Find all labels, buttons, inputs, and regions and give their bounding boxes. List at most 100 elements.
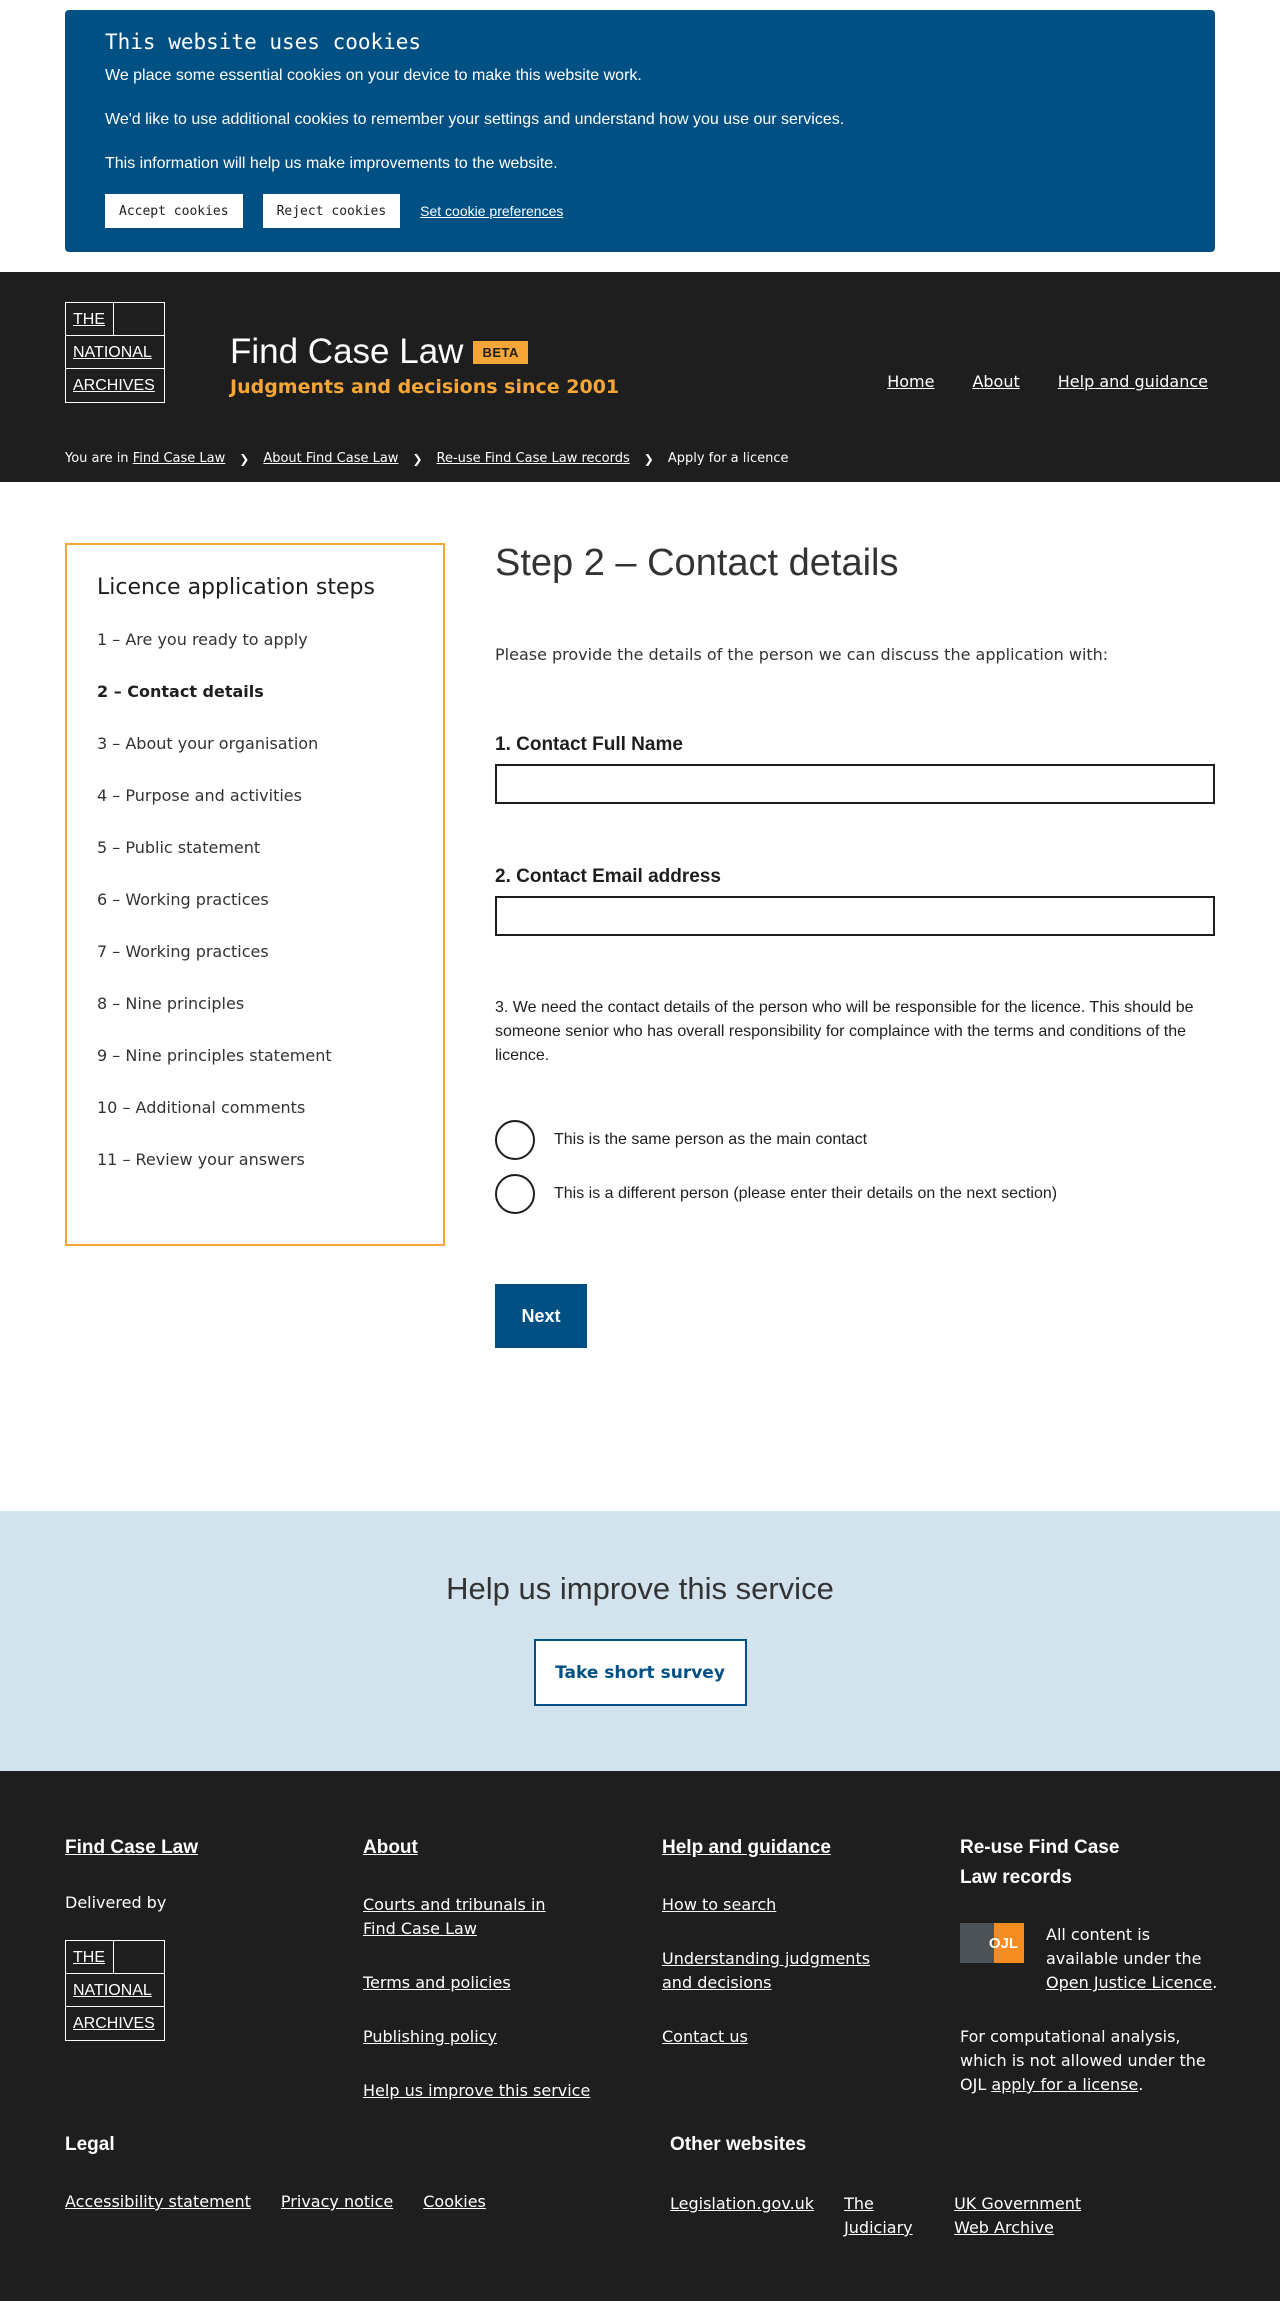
nav-about[interactable]: About xyxy=(972,372,1019,391)
beta-badge: BETA xyxy=(473,340,528,364)
contact-details-form: Step 2 – Contact details Please provide … xyxy=(495,542,1215,1348)
contact-name-input[interactable] xyxy=(495,764,1215,804)
site-footer: Find Case Law Delivered by THE NATIONAL … xyxy=(0,1771,1280,2301)
main-content: Licence application steps 1 – Are you re… xyxy=(0,482,1280,1511)
take-survey-button[interactable]: Take short survey xyxy=(533,1639,747,1706)
breadcrumb-about[interactable]: About Find Case Law xyxy=(263,451,398,466)
footer-about-link[interactable]: About xyxy=(363,1837,418,1858)
footer-other-websites: Other websites Legislation.gov.uk The Ju… xyxy=(670,2134,1094,2240)
radio-different-person-label: This is a different person (please enter… xyxy=(554,1185,1058,1202)
footer-terms-link[interactable]: Terms and policies xyxy=(363,1971,553,1995)
footer-national-archives-logo[interactable]: THE NATIONAL ARCHIVES xyxy=(65,1940,165,2041)
responsible-person-options: This is the same person as the main cont… xyxy=(495,1120,1215,1214)
steps-title: Licence application steps xyxy=(97,575,375,600)
steps-list: 1 – Are you ready to apply 2 – Contact d… xyxy=(97,630,413,1202)
step-item: 3 – About your organisation xyxy=(97,734,319,753)
delivered-by-text: Delivered by xyxy=(65,1893,167,1912)
judiciary-link[interactable]: The Judiciary xyxy=(844,2192,924,2240)
footer-publishing-link[interactable]: Publishing policy xyxy=(363,2025,553,2049)
contact-email-label: 2. Contact Email address xyxy=(495,866,721,887)
breadcrumb-find-case-law[interactable]: Find Case Law xyxy=(133,451,226,466)
step-item-current: 2 – Contact details xyxy=(97,682,264,701)
cookie-text-2: We'd like to use additional cookies to r… xyxy=(105,111,845,128)
contact-name-label: 1. Contact Full Name xyxy=(495,734,683,755)
footer-improve-link[interactable]: Help us improve this service xyxy=(363,2079,623,2103)
step-item: 1 – Are you ready to apply xyxy=(97,630,308,649)
breadcrumb: You are in Find Case Law ❯ About Find Ca… xyxy=(65,451,789,466)
footer-find-case-law-link[interactable]: Find Case Law xyxy=(65,1837,198,1858)
step-item: 5 – Public statement xyxy=(97,838,261,857)
brand: Find Case Law BETA Judgments and decisio… xyxy=(230,332,619,398)
national-archives-logo[interactable]: THE NATIONAL ARCHIVES xyxy=(65,302,165,403)
step-item: 7 – Working practices xyxy=(97,942,269,961)
accessibility-link[interactable]: Accessibility statement xyxy=(65,2192,251,2211)
step-item: 9 – Nine principles statement xyxy=(97,1046,332,1065)
footer-help-link[interactable]: Help and guidance xyxy=(662,1837,831,1858)
survey-section: Help us improve this service Take short … xyxy=(0,1511,1280,1771)
survey-title: Help us improve this service xyxy=(446,1571,834,1606)
step-item: 10 – Additional comments xyxy=(97,1098,306,1117)
footer-col-about: About Courts and tribunals in Find Case … xyxy=(363,1833,623,2133)
logo-text-national: NATIONAL xyxy=(66,336,164,369)
footer-understanding-link[interactable]: Understanding judgments and decisions xyxy=(662,1947,877,1995)
cookies-link[interactable]: Cookies xyxy=(423,2192,486,2211)
cookie-text-3: This information will help us make impro… xyxy=(105,155,558,172)
main-nav: Home About Help and guidance xyxy=(887,372,1208,391)
web-archive-link[interactable]: UK Government Web Archive xyxy=(954,2192,1094,2240)
footer-col-help: Help and guidance How to search Understa… xyxy=(662,1833,877,2079)
radio-same-person[interactable] xyxy=(495,1120,535,1160)
form-intro: Please provide the details of the person… xyxy=(495,645,1109,664)
radio-option-different-person[interactable]: This is a different person (please enter… xyxy=(495,1174,1215,1214)
site-tagline: Judgments and decisions since 2001 xyxy=(230,376,620,398)
reject-cookies-button[interactable]: Reject cookies xyxy=(262,194,401,228)
open-justice-licence-link[interactable]: Open Justice Licence xyxy=(1046,1973,1212,1992)
cookie-title: This website uses cookies xyxy=(105,30,422,54)
nav-help[interactable]: Help and guidance xyxy=(1058,372,1208,391)
apply-license-link[interactable]: apply for a license xyxy=(991,2075,1138,2094)
logo-text-national: NATIONAL xyxy=(66,1974,164,2007)
legislation-link[interactable]: Legislation.gov.uk xyxy=(670,2192,814,2240)
cookie-buttons: Accept cookies Reject cookies Set cookie… xyxy=(105,194,1175,228)
ojl-block: OJL All content is available under the O… xyxy=(960,1923,1230,1995)
chevron-right-icon: ❯ xyxy=(239,451,250,466)
privacy-link[interactable]: Privacy notice xyxy=(281,2192,393,2211)
footer-col-find-case-law: Find Case Law Delivered by THE NATIONAL … xyxy=(65,1833,198,2041)
nav-home[interactable]: Home xyxy=(887,372,934,391)
radio-option-same-person[interactable]: This is the same person as the main cont… xyxy=(495,1120,1215,1160)
footer-how-to-search-link[interactable]: How to search xyxy=(662,1893,852,1917)
cookie-banner-wrapper: This website uses cookies We place some … xyxy=(0,0,1280,272)
responsible-person-question: 3. We need the contact details of the pe… xyxy=(495,999,1194,1064)
contact-email-input[interactable] xyxy=(495,896,1215,936)
cookie-text-1: We place some essential cookies on your … xyxy=(105,67,642,84)
cookie-banner: This website uses cookies We place some … xyxy=(65,10,1215,252)
footer-legal: Legal Accessibility statement Privacy no… xyxy=(65,2134,486,2211)
accept-cookies-button[interactable]: Accept cookies xyxy=(105,194,243,228)
chevron-right-icon: ❯ xyxy=(643,451,654,466)
chevron-right-icon: ❯ xyxy=(412,451,423,466)
ojl-text: All content is available under the xyxy=(1046,1925,1202,1968)
site-header: THE NATIONAL ARCHIVES Find Case Law BETA… xyxy=(0,272,1280,482)
cookie-preferences-link[interactable]: Set cookie preferences xyxy=(420,203,563,219)
licence-steps-panel: Licence application steps 1 – Are you re… xyxy=(65,543,445,1246)
breadcrumb-reuse[interactable]: Re-use Find Case Law records xyxy=(437,451,630,466)
breadcrumb-current: Apply for a licence xyxy=(667,451,789,466)
page-title: Step 2 – Contact details xyxy=(495,542,899,584)
step-item: 11 – Review your answers xyxy=(97,1150,305,1169)
footer-reuse-title: Re-use Find Case Law records xyxy=(960,1837,1120,1888)
footer-col-reuse: Re-use Find Case Law records OJL All con… xyxy=(960,1833,1230,2097)
logo-text-archives: ARCHIVES xyxy=(73,2015,155,2032)
step-item: 6 – Working practices xyxy=(97,890,269,909)
site-title[interactable]: Find Case Law xyxy=(230,332,463,372)
radio-different-person[interactable] xyxy=(495,1174,535,1214)
ojl-logo-icon: OJL xyxy=(960,1923,1024,1963)
other-websites-title: Other websites xyxy=(670,2134,807,2155)
logo-text-the: THE xyxy=(66,1941,114,1973)
footer-contact-link[interactable]: Contact us xyxy=(662,2025,852,2049)
step-item: 8 – Nine principles xyxy=(97,994,245,1013)
logo-text-archives: ARCHIVES xyxy=(73,377,155,394)
next-button[interactable]: Next xyxy=(495,1284,587,1348)
logo-text-the: THE xyxy=(66,303,114,335)
footer-courts-link[interactable]: Courts and tribunals in Find Case Law xyxy=(363,1893,553,1941)
breadcrumb-prefix: You are in xyxy=(65,451,129,466)
radio-same-person-label: This is the same person as the main cont… xyxy=(554,1131,868,1148)
